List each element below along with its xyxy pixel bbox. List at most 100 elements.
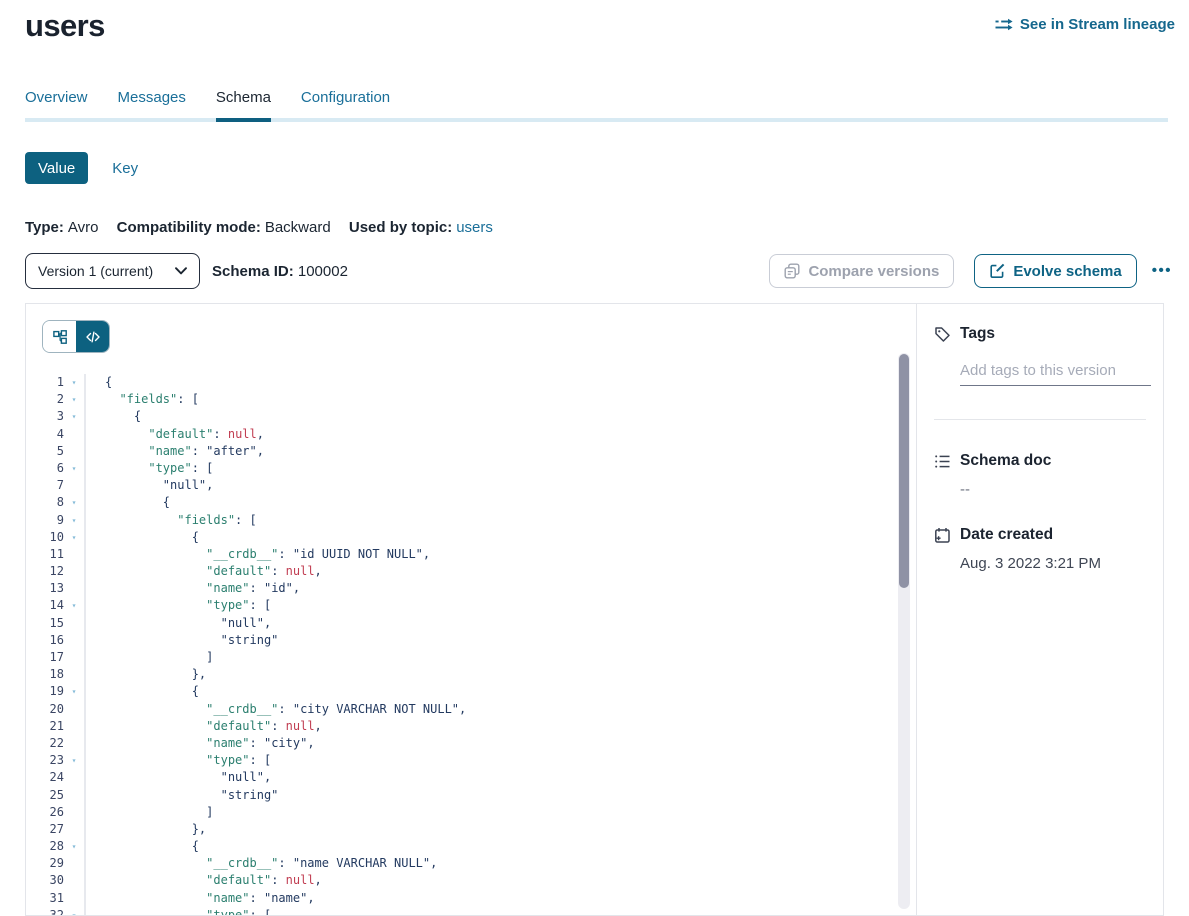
code-line: 24 "null", (26, 769, 916, 786)
meta-compat-value: Backward (265, 219, 331, 236)
list-icon (934, 453, 951, 470)
fold-toggle-icon[interactable]: ▾ (64, 460, 84, 477)
date-created-section: Date created Aug. 3 2022 3:21 PM (934, 526, 1146, 572)
code-content: "string" (84, 632, 278, 649)
line-number: 8 (26, 494, 64, 511)
fold-toggle-icon[interactable]: ▾ (64, 752, 84, 769)
schema-meta-row: Type:Avro Compatibility mode:Backward Us… (25, 219, 507, 237)
line-number: 16 (26, 632, 64, 649)
stream-lineage-icon (995, 18, 1013, 31)
fold-toggle-icon[interactable]: ▾ (64, 374, 84, 391)
line-number: 29 (26, 855, 64, 872)
line-number: 25 (26, 787, 64, 804)
line-number: 14 (26, 597, 64, 614)
line-number: 6 (26, 460, 64, 477)
code-content: ] (84, 649, 213, 666)
calendar-plus-icon (934, 527, 951, 544)
fold-spacer (64, 649, 84, 666)
code-line: 3▾ { (26, 408, 916, 425)
code-line: 5 "name": "after", (26, 443, 916, 460)
more-options-button[interactable]: ••• (1152, 254, 1172, 288)
date-created-heading: Date created (960, 526, 1053, 544)
line-number: 10 (26, 529, 64, 546)
fold-toggle-icon[interactable]: ▾ (64, 907, 84, 915)
fold-toggle-icon[interactable]: ▾ (64, 391, 84, 408)
code-content: "default": null, (84, 563, 322, 580)
line-number: 20 (26, 701, 64, 718)
line-number: 30 (26, 872, 64, 889)
stream-lineage-link[interactable]: See in Stream lineage (995, 16, 1175, 33)
code-line: 21 "default": null, (26, 718, 916, 735)
line-number: 26 (26, 804, 64, 821)
code-content: { (84, 408, 141, 425)
view-mode-toggle (42, 320, 110, 353)
evolve-schema-button[interactable]: Evolve schema (974, 254, 1136, 288)
code-content: "name": "after", (84, 443, 264, 460)
value-toggle-button[interactable]: Value (25, 152, 88, 184)
version-select[interactable]: Version 1 (current) (25, 253, 200, 289)
fold-toggle-icon[interactable]: ▾ (64, 683, 84, 700)
fold-toggle-icon[interactable]: ▾ (64, 494, 84, 511)
meta-topic: Used by topic:users (349, 219, 493, 236)
code-line: 31 "name": "name", (26, 890, 916, 907)
date-created-heading-row: Date created (934, 526, 1146, 544)
code-view-button[interactable] (76, 321, 109, 352)
fold-toggle-icon[interactable]: ▾ (64, 408, 84, 425)
tab-overview[interactable]: Overview (25, 90, 88, 118)
fold-toggle-icon[interactable]: ▾ (64, 512, 84, 529)
code-line: 10▾ { (26, 529, 916, 546)
code-content: "null", (84, 769, 271, 786)
add-tags-input[interactable] (960, 362, 1151, 386)
fold-spacer (64, 443, 84, 460)
tab-configuration[interactable]: Configuration (301, 90, 390, 118)
topic-users-link[interactable]: users (456, 219, 493, 236)
code-content: "name": "city", (84, 735, 315, 752)
code-content: "null", (84, 615, 271, 632)
tags-heading: Tags (960, 325, 995, 343)
code-content: "type": [ (84, 597, 271, 614)
fold-spacer (64, 787, 84, 804)
fold-toggle-icon[interactable]: ▾ (64, 597, 84, 614)
editor-scrollbar-thumb[interactable] (899, 354, 909, 588)
tab-schema[interactable]: Schema (216, 90, 271, 118)
tree-view-button[interactable] (43, 321, 76, 352)
schema-id-value: 100002 (298, 263, 348, 280)
code-content: { (84, 529, 199, 546)
fold-spacer (64, 821, 84, 838)
code-line: 22 "name": "city", (26, 735, 916, 752)
line-number: 4 (26, 426, 64, 443)
compare-versions-button[interactable]: Compare versions (769, 254, 954, 288)
tab-messages[interactable]: Messages (118, 90, 186, 118)
fold-spacer (64, 872, 84, 889)
fold-toggle-icon[interactable]: ▾ (64, 838, 84, 855)
code-content: "__crdb__": "id UUID NOT NULL", (84, 546, 430, 563)
meta-compat-label: Compatibility mode: (117, 219, 261, 236)
line-number: 15 (26, 615, 64, 632)
schema-doc-value: -- (960, 481, 1146, 498)
schema-id: Schema ID: 100002 (212, 263, 348, 280)
code-content: { (84, 838, 199, 855)
code-line: 23▾ "type": [ (26, 752, 916, 769)
code-line: 16 "string" (26, 632, 916, 649)
key-toggle-button[interactable]: Key (99, 152, 151, 184)
value-key-toggle: Value Key (25, 152, 151, 184)
code-line: 25 "string" (26, 787, 916, 804)
fold-spacer (64, 426, 84, 443)
tags-section: Tags (934, 325, 1146, 420)
fold-toggle-icon[interactable]: ▾ (64, 529, 84, 546)
fold-spacer (64, 632, 84, 649)
code-line: 19▾ { (26, 683, 916, 700)
editor-scrollbar[interactable] (898, 353, 910, 909)
schema-doc-section: Schema doc -- (934, 452, 1146, 498)
line-number: 18 (26, 666, 64, 683)
line-number: 5 (26, 443, 64, 460)
code-lines: 1▾{2▾ "fields": [3▾ {4 "default": null,5… (26, 374, 916, 915)
fold-spacer (64, 666, 84, 683)
compare-versions-label: Compare versions (808, 263, 939, 280)
fold-spacer (64, 546, 84, 563)
line-number: 21 (26, 718, 64, 735)
evolve-schema-label: Evolve schema (1013, 263, 1121, 280)
page-header: users See in Stream lineage (25, 8, 1175, 44)
sidebar-divider (934, 419, 1146, 420)
tag-icon (934, 326, 951, 343)
